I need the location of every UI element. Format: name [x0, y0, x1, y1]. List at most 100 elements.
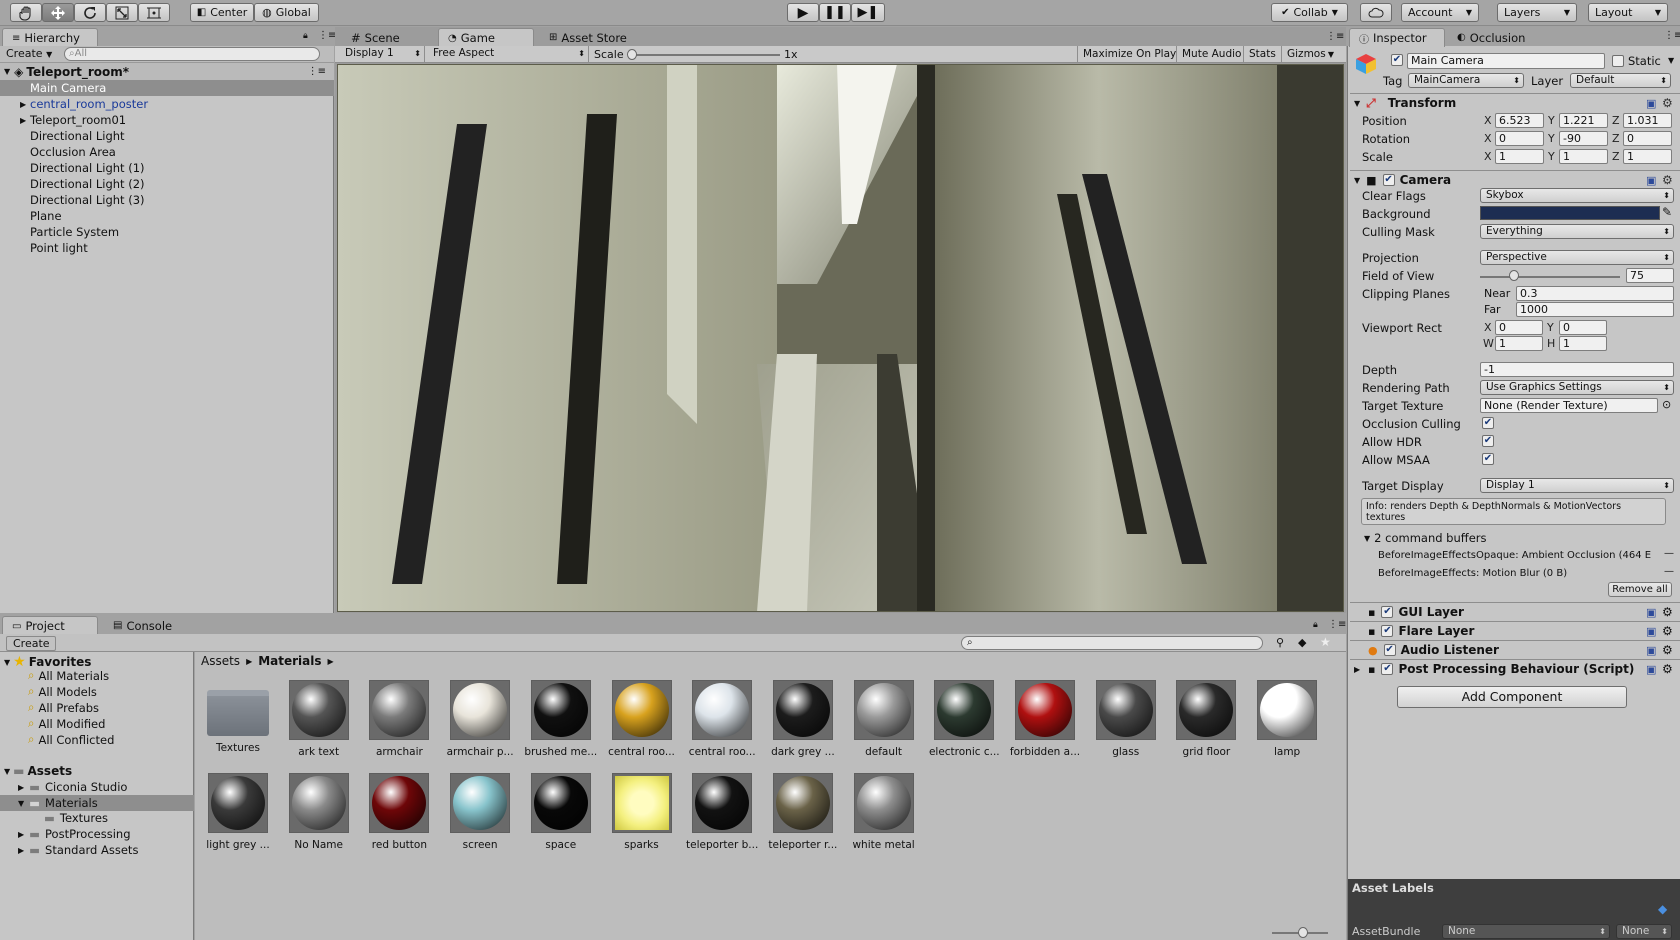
assetbundle-dropdown[interactable]: None [1442, 924, 1610, 939]
hierarchy-search-input[interactable]: ⌕All [64, 47, 320, 61]
target-display-dropdown[interactable]: Display 1 [1480, 478, 1674, 493]
object-name-field[interactable]: Main Camera [1407, 53, 1605, 69]
breadcrumb-assets[interactable]: Assets [201, 654, 240, 668]
culling-mask-dropdown[interactable]: Everything [1480, 224, 1674, 239]
tree-item-materials[interactable]: ▼ ▬ Materials [0, 795, 194, 811]
projection-dropdown[interactable]: Perspective [1480, 250, 1674, 265]
gear-icon[interactable]: ⚙ [1662, 173, 1673, 187]
help-book-icon[interactable]: ▣ [1646, 625, 1656, 638]
asset-tile[interactable]: grid floor [1168, 680, 1244, 758]
hand-tool-button[interactable] [10, 3, 42, 22]
gear-icon[interactable]: ⚙ [1662, 624, 1673, 638]
assets-root[interactable]: ▼ ▬ Assets [4, 764, 72, 778]
help-book-icon[interactable]: ▣ [1646, 97, 1656, 110]
remove-cmd1-icon[interactable]: — [1664, 548, 1674, 559]
expand-arrow-icon[interactable]: ▼ [4, 658, 10, 667]
tag-dropdown[interactable]: MainCamera [1408, 73, 1524, 88]
project-create-button[interactable]: Create ▼ [6, 636, 56, 662]
expand-arrow-icon[interactable]: ▶ [20, 116, 26, 125]
viewport-w-field[interactable]: 1 [1495, 336, 1543, 351]
camera-enabled-checkbox[interactable]: ✔ [1382, 174, 1395, 186]
viewport-y-field[interactable]: 0 [1559, 320, 1607, 335]
pivot-center-button[interactable]: ◧ Center [190, 3, 254, 22]
asset-tile[interactable]: central roo... [604, 680, 680, 758]
hierarchy-item[interactable]: Directional Light (2) [0, 176, 334, 192]
mute-audio-toggle[interactable]: Mute Audio [1176, 46, 1246, 63]
account-dropdown[interactable]: Account ▼ [1401, 3, 1479, 22]
asset-tile[interactable]: lamp [1249, 680, 1325, 758]
asset-tile[interactable]: dark grey ... [765, 680, 841, 758]
hierarchy-item[interactable]: Directional Light (3) [0, 192, 334, 208]
asset-tile[interactable]: No Name [281, 773, 357, 851]
hierarchy-item[interactable]: Plane [0, 208, 334, 224]
hierarchy-item[interactable]: Main Camera [0, 80, 334, 96]
label-tag-icon[interactable]: ◆ [1658, 902, 1667, 916]
eyedropper-icon[interactable]: ✎ [1662, 205, 1672, 219]
position-z-field[interactable]: 1.031 [1623, 113, 1672, 128]
tree-item-ciconia[interactable]: ▶ ▬ Ciconia Studio [18, 780, 127, 794]
favorite-item[interactable]: ⌕ All Conflicted [28, 732, 114, 747]
tab-occlusion[interactable]: ◐ Occlusion [1448, 28, 1534, 47]
hierarchy-item[interactable]: Particle System [0, 224, 334, 240]
viewport-x-field[interactable]: 0 [1495, 320, 1543, 335]
gui-layer-checkbox[interactable]: ✔ [1381, 606, 1394, 618]
gear-icon[interactable]: ⚙ [1662, 662, 1673, 676]
audio-listener-checkbox[interactable]: ✔ [1383, 644, 1396, 656]
asset-tile[interactable]: default [846, 680, 922, 758]
flare-layer-checkbox[interactable]: ✔ [1381, 625, 1394, 637]
audio-listener-header[interactable]: ● ✔ Audio Listener ▣ ⚙ [1350, 640, 1680, 659]
asset-tile[interactable]: forbidden a... [1007, 680, 1083, 758]
static-checkbox[interactable] [1612, 55, 1624, 67]
help-book-icon[interactable]: ▣ [1646, 174, 1656, 187]
expand-arrow-icon[interactable]: ▶ [1354, 665, 1362, 674]
allow-msaa-checkbox[interactable]: ✔ [1482, 453, 1494, 465]
scene-menu-icon[interactable]: ⋮≡ [308, 66, 326, 77]
asset-tile[interactable]: brushed me... [523, 680, 599, 758]
favorite-star-icon[interactable]: ★ [1320, 635, 1331, 649]
tab-scene[interactable]: # Scene [342, 28, 409, 47]
cloud-button[interactable] [1360, 3, 1392, 22]
asset-tile[interactable]: light grey ... [200, 773, 276, 851]
scale-slider-thumb[interactable] [627, 49, 637, 60]
allow-hdr-checkbox[interactable]: ✔ [1482, 435, 1494, 447]
collab-dropdown[interactable]: ✔ Collab ▼ [1271, 3, 1348, 22]
object-picker-icon[interactable]: ⊙ [1662, 398, 1671, 411]
filter-type-icon[interactable]: ⚲ [1276, 636, 1284, 649]
filter-label-icon[interactable]: ◆ [1298, 636, 1306, 649]
rendering-path-dropdown[interactable]: Use Graphics Settings [1480, 380, 1674, 395]
play-button[interactable]: ▶ [787, 3, 819, 22]
scene-root-row[interactable]: ▼ ◈ Teleport_room* ⋮≡ [0, 63, 334, 80]
project-search-input[interactable]: ⌕ [961, 636, 1263, 650]
layer-dropdown[interactable]: Default [1570, 73, 1671, 88]
hierarchy-item[interactable]: ▶ Teleport_room01 [0, 112, 334, 128]
rect-tool-button[interactable] [138, 3, 170, 22]
gear-icon[interactable]: ⚙ [1662, 605, 1673, 619]
asset-tile[interactable]: ark text [281, 680, 357, 758]
lock-icon[interactable]: 🔒︎ [1313, 620, 1318, 630]
favorite-item[interactable]: ⌕ All Materials [28, 668, 109, 683]
maximize-on-play-toggle[interactable]: Maximize On Play [1077, 46, 1181, 63]
asset-tile[interactable]: Textures [200, 680, 276, 754]
position-x-field[interactable]: 6.523 [1495, 113, 1544, 128]
tab-game[interactable]: ◔ Game [438, 28, 534, 47]
hierarchy-item[interactable]: Point light [0, 240, 334, 256]
occlusion-culling-checkbox[interactable]: ✔ [1482, 417, 1494, 429]
near-field[interactable]: 0.3 [1516, 286, 1674, 301]
tab-inspector[interactable]: ⓘ Inspector [1349, 28, 1445, 47]
hierarchy-item[interactable]: Occlusion Area [0, 144, 334, 160]
asset-tile[interactable]: space [523, 773, 599, 851]
far-field[interactable]: 1000 [1516, 302, 1674, 317]
viewport-h-field[interactable]: 1 [1559, 336, 1607, 351]
command-buffers-foldout[interactable]: ▼ 2 command buffers [1364, 531, 1487, 545]
asset-tile[interactable]: sparks [604, 773, 680, 851]
scale-slider-track[interactable] [632, 54, 780, 56]
expand-arrow-icon[interactable]: ▼ [1364, 534, 1370, 543]
camera-header[interactable]: ▼ ■ ✔ Camera [1350, 170, 1680, 189]
panel-menu-icon[interactable]: ⋮≡ [1326, 31, 1344, 42]
breadcrumb-materials[interactable]: Materials [258, 654, 321, 668]
gear-icon[interactable]: ⚙ [1662, 643, 1673, 657]
lock-icon[interactable]: 🔒︎ [303, 31, 308, 41]
rotation-x-field[interactable]: 0 [1495, 131, 1544, 146]
pivot-global-button[interactable]: ◍ Global [254, 3, 319, 22]
fov-slider-track[interactable] [1480, 276, 1620, 278]
